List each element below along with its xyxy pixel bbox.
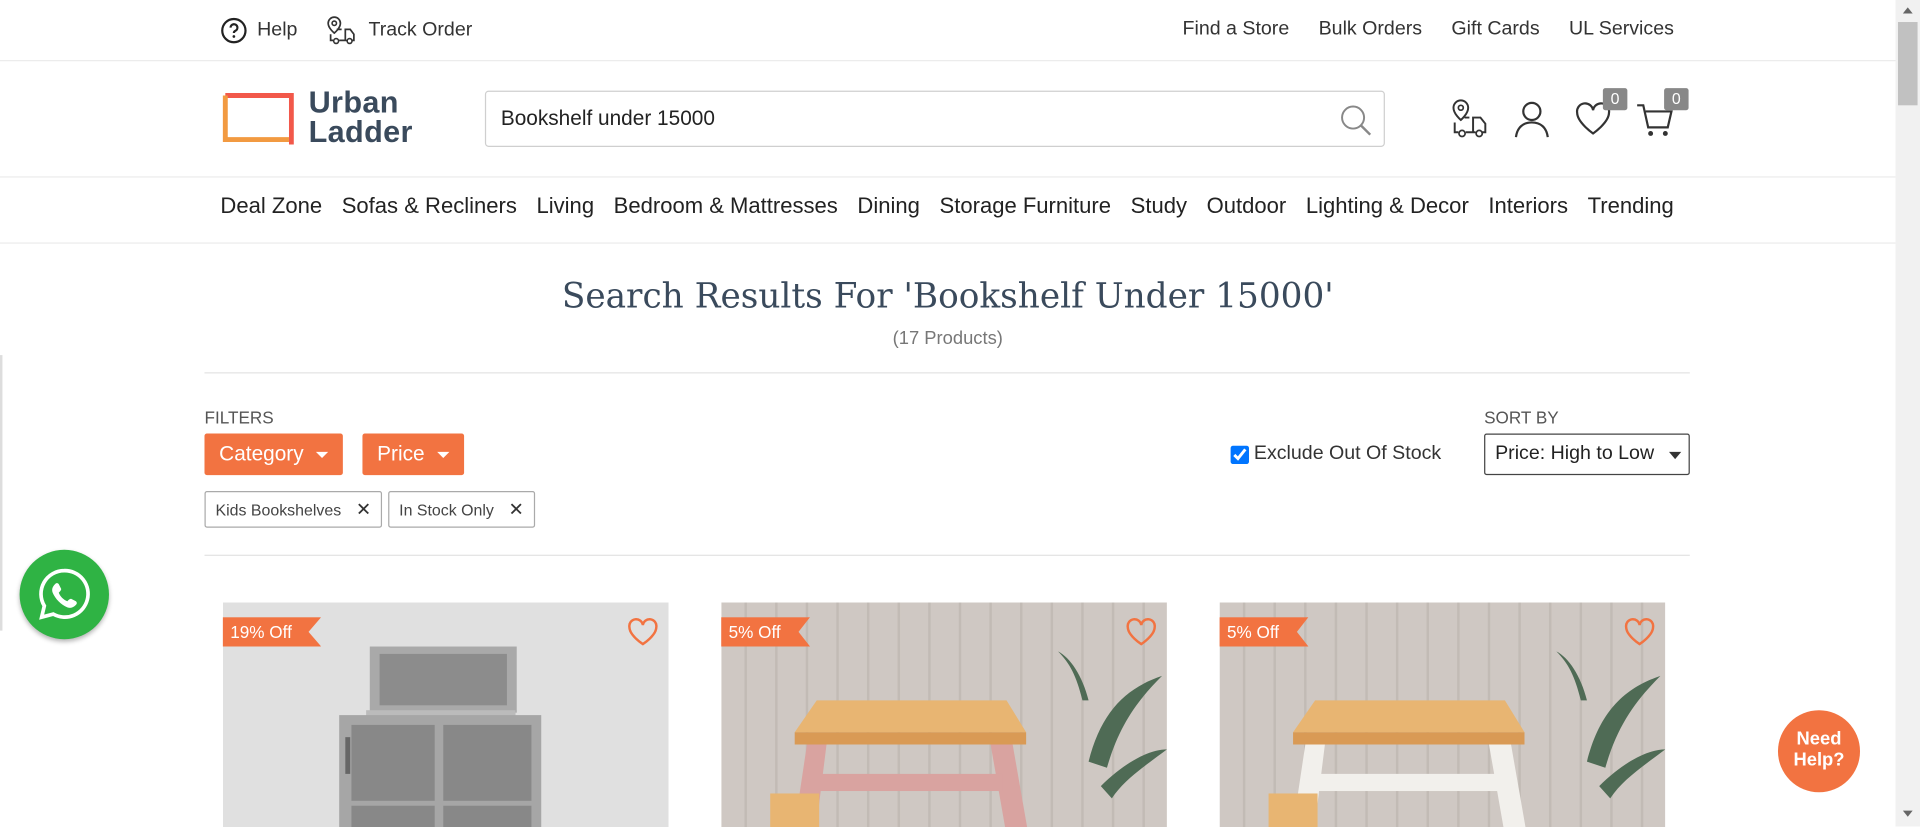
ul-services-link[interactable]: UL Services <box>1569 18 1674 40</box>
page-title: Search Results For 'Bookshelf Under 1500… <box>561 275 1334 316</box>
discount-badge: 19% Off <box>222 617 322 647</box>
nav-item-study[interactable]: Study <box>1131 193 1187 219</box>
nav-item-outdoor[interactable]: Outdoor <box>1207 193 1287 219</box>
nav-divider <box>0 242 1896 244</box>
nav-item-living[interactable]: Living <box>536 193 594 219</box>
filter-chip-in-stock-only: In Stock Only ✕ <box>388 491 535 528</box>
find-store-link[interactable]: Find a Store <box>1183 18 1290 40</box>
wishlist-heart-icon[interactable] <box>1624 617 1656 646</box>
cart-count-badge: 0 <box>1664 88 1689 111</box>
divider <box>204 554 1690 556</box>
need-help-button[interactable]: Need Help? <box>1777 710 1861 793</box>
nav-item-deal-zone[interactable]: Deal Zone <box>220 193 322 219</box>
header: Urban Ladder 0 0 <box>0 61 1896 178</box>
track-order-label: Track Order <box>368 19 473 41</box>
filter-chip-label: Kids Bookshelves <box>215 500 342 519</box>
product-card[interactable]: 19% Off <box>222 602 669 827</box>
search-input[interactable] <box>500 106 1309 132</box>
category-filter-button[interactable]: Category <box>204 433 343 476</box>
wishlist-heart-icon[interactable] <box>627 617 659 646</box>
nav-item-bedroom-mattresses[interactable]: Bedroom & Mattresses <box>614 193 838 219</box>
help-link[interactable]: Help <box>220 17 297 44</box>
scroll-down-arrow-icon[interactable] <box>1902 810 1913 817</box>
whatsapp-button[interactable] <box>19 549 109 640</box>
caret-down-icon <box>436 451 450 458</box>
nav-item-trending[interactable]: Trending <box>1588 193 1674 219</box>
truck-location-icon <box>1452 99 1487 138</box>
filters-label: FILTERS <box>204 407 274 428</box>
filter-chip-label: In Stock Only <box>399 500 494 519</box>
wishlist-button[interactable]: 0 <box>1573 88 1628 142</box>
store-delivery-button[interactable] <box>1451 98 1490 142</box>
need-help-line1: Need <box>1796 728 1842 750</box>
help-label: Help <box>257 19 298 41</box>
track-order-link[interactable]: Track Order <box>327 16 472 45</box>
user-icon <box>1514 101 1549 138</box>
logo-mark-icon <box>222 93 294 145</box>
sort-by-label: SORT BY <box>1484 407 1559 428</box>
results-count: (17 Products) <box>892 328 1003 349</box>
scrollbar-thumb[interactable] <box>1897 22 1918 106</box>
search-box <box>484 90 1385 147</box>
exclude-out-of-stock-label: Exclude Out Of Stock <box>1253 443 1442 465</box>
page: Help Track Order Find a Store Bulk Order… <box>0 0 1920 827</box>
exclude-out-of-stock-checkbox[interactable] <box>1230 445 1249 464</box>
search-icon[interactable] <box>1337 102 1374 139</box>
discount-badge: 5% Off <box>721 617 811 647</box>
scroll-up-arrow-icon[interactable] <box>1902 7 1913 14</box>
nav-item-interiors[interactable]: Interiors <box>1488 193 1568 219</box>
caret-down-icon <box>315 451 329 458</box>
nav-item-storage-furniture[interactable]: Storage Furniture <box>940 193 1112 219</box>
nav-item-sofas-recliners[interactable]: Sofas & Recliners <box>342 193 517 219</box>
nav-item-lighting-decor[interactable]: Lighting & Decor <box>1306 193 1469 219</box>
whatsapp-icon <box>39 568 90 620</box>
sort-select[interactable]: Price: High to Low <box>1484 433 1690 476</box>
page-scrollbar[interactable] <box>1895 0 1920 827</box>
filter-chip-kids-bookshelves: Kids Bookshelves ✕ <box>204 491 383 528</box>
remove-filter-icon[interactable]: ✕ <box>509 498 524 521</box>
cart-button[interactable]: 0 <box>1635 88 1689 142</box>
logo-text-line2: Ladder <box>308 115 413 150</box>
help-icon <box>221 17 247 44</box>
divider <box>204 372 1690 374</box>
nav-item-dining[interactable]: Dining <box>857 193 919 219</box>
wishlist-count-badge: 0 <box>1602 88 1628 111</box>
main-nav: Deal Zone Sofas & Recliners Living Bedro… <box>220 193 1673 219</box>
gift-cards-link[interactable]: Gift Cards <box>1451 18 1539 40</box>
discount-badge: 5% Off <box>1219 617 1309 647</box>
account-button[interactable] <box>1512 98 1551 142</box>
price-filter-label: Price <box>377 442 425 466</box>
need-help-line2: Help? <box>1793 749 1845 771</box>
wishlist-heart-icon[interactable] <box>1125 617 1157 646</box>
urban-ladder-logo[interactable]: Urban Ladder <box>220 85 413 150</box>
logo-text-line1: Urban <box>308 85 399 121</box>
price-filter-button[interactable]: Price <box>362 433 464 476</box>
top-bar: Help Track Order Find a Store Bulk Order… <box>0 0 1896 62</box>
category-filter-label: Category <box>219 442 304 466</box>
remove-filter-icon[interactable]: ✕ <box>356 498 371 521</box>
sort-select-value: Price: High to Low <box>1495 443 1655 465</box>
product-card[interactable]: 5% Off <box>1219 602 1666 827</box>
side-drawer-edge <box>0 355 3 631</box>
exclude-out-of-stock: Exclude Out Of Stock <box>1230 443 1442 465</box>
truck-location-icon <box>327 16 355 45</box>
bulk-orders-link[interactable]: Bulk Orders <box>1319 18 1422 40</box>
product-card[interactable]: 5% Off <box>721 602 1167 827</box>
caret-down-icon <box>1668 451 1682 460</box>
